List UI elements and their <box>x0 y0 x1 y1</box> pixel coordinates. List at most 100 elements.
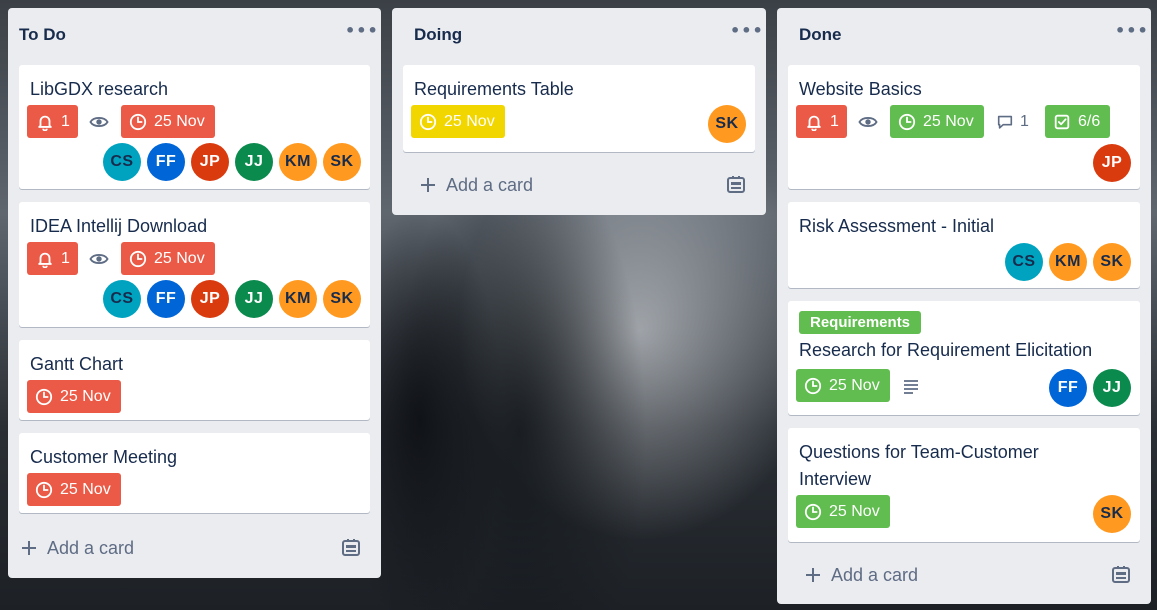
notification-badge: 1 <box>27 242 78 275</box>
due-date-badge[interactable]: 25 Nov <box>411 105 505 138</box>
member-avatar[interactable]: SK <box>323 280 361 318</box>
list-done: Done ••• Website Basics 1 25 Nov 1 6/6 J… <box>777 8 1151 604</box>
member-avatar[interactable]: KM <box>279 143 317 181</box>
card-requirements-table[interactable]: Requirements Table 25 Nov SK <box>403 65 755 152</box>
member-avatar[interactable]: CS <box>1005 243 1043 281</box>
member-avatar[interactable]: CS <box>103 143 141 181</box>
card-template-icon[interactable] <box>725 174 747 196</box>
add-card-label: Add a card <box>831 564 919 585</box>
due-date-badge[interactable]: 25 Nov <box>27 473 121 506</box>
member-avatar[interactable]: SK <box>1093 495 1131 533</box>
due-date-badge[interactable]: 25 Nov <box>890 105 984 138</box>
card-title: Requirements Table <box>414 79 574 99</box>
add-card-button[interactable]: Add a card <box>803 557 918 593</box>
list-header[interactable]: To Do ••• <box>8 8 381 60</box>
list-todo: To Do ••• LibGDX research 1 25 Nov CS FF… <box>8 8 381 578</box>
checklist-badge: 6/6 <box>1045 105 1111 138</box>
comments-indicator: 1 <box>996 105 1029 138</box>
list-header[interactable]: Doing ••• <box>392 8 766 60</box>
card-template-icon[interactable] <box>1110 564 1132 586</box>
card-research-requirement-elicitation[interactable]: Requirements Research for Requirement El… <box>788 301 1140 415</box>
card-title: Gantt Chart <box>30 354 124 374</box>
list-header[interactable]: Done ••• <box>777 8 1151 60</box>
member-avatar[interactable]: JP <box>1093 144 1131 182</box>
member-avatar[interactable]: SK <box>708 105 746 143</box>
add-card-button[interactable]: Add a card <box>418 167 533 203</box>
eye-icon <box>89 250 109 268</box>
member-avatar[interactable]: JJ <box>1093 369 1131 407</box>
notification-count: 1 <box>61 112 70 130</box>
member-avatar[interactable]: FF <box>147 143 185 181</box>
comment-icon <box>996 113 1014 131</box>
card-questions-team-customer-interview[interactable]: Questions for Team-Customer Interview 25… <box>788 428 1140 542</box>
clock-icon <box>129 250 147 268</box>
clock-icon <box>898 113 916 131</box>
eye-icon <box>858 113 878 131</box>
member-avatar[interactable]: KM <box>1049 243 1087 281</box>
due-date: 25 Nov <box>154 249 205 267</box>
due-date-badge[interactable]: 25 Nov <box>121 242 215 275</box>
card-gantt-chart[interactable]: Gantt Chart 25 Nov <box>19 340 370 420</box>
member-avatar[interactable]: CS <box>103 280 141 318</box>
due-date: 25 Nov <box>60 480 111 498</box>
card-template-icon[interactable] <box>340 537 362 559</box>
due-date-badge[interactable]: 25 Nov <box>796 495 890 528</box>
bell-icon <box>36 113 54 131</box>
member-avatar[interactable]: JJ <box>235 143 273 181</box>
clock-icon <box>804 377 822 395</box>
clock-icon <box>419 113 437 131</box>
list-title[interactable]: Doing <box>414 25 462 45</box>
list-title[interactable]: Done <box>799 25 842 45</box>
member-avatar[interactable]: SK <box>1093 243 1131 281</box>
list-title[interactable]: To Do <box>19 25 66 45</box>
card-title: Questions for Team-Customer Interview <box>799 442 1039 489</box>
plus-icon <box>803 565 823 585</box>
member-avatar[interactable]: SK <box>323 143 361 181</box>
member-avatar[interactable]: FF <box>1049 369 1087 407</box>
list-menu-button[interactable]: ••• <box>730 23 763 45</box>
card-label: Requirements <box>799 311 922 334</box>
list-menu-button[interactable]: ••• <box>345 23 378 45</box>
list-doing: Doing ••• Requirements Table 25 Nov SK A… <box>392 8 766 215</box>
card-title: Risk Assessment - Initial <box>799 216 995 236</box>
add-card-label: Add a card <box>446 174 534 195</box>
card-risk-assessment[interactable]: Risk Assessment - Initial CS KM SK <box>788 202 1140 288</box>
member-avatar[interactable]: JP <box>191 280 229 318</box>
card-idea-intellij-download[interactable]: IDEA Intellij Download 1 25 Nov CS FF JP… <box>19 202 370 327</box>
add-card-label: Add a card <box>47 537 135 558</box>
card-title: LibGDX research <box>30 79 169 99</box>
clock-icon <box>804 503 822 521</box>
member-avatar[interactable]: KM <box>279 280 317 318</box>
plus-icon <box>418 175 438 195</box>
due-date: 25 Nov <box>923 112 974 130</box>
bell-icon <box>36 250 54 268</box>
card-website-basics[interactable]: Website Basics 1 25 Nov 1 6/6 JP <box>788 65 1140 189</box>
card-customer-meeting[interactable]: Customer Meeting 25 Nov <box>19 433 370 513</box>
notification-count: 1 <box>830 112 839 130</box>
member-avatar[interactable]: FF <box>147 280 185 318</box>
due-date: 25 Nov <box>444 112 495 130</box>
due-date: 25 Nov <box>154 112 205 130</box>
card-libgdx-research[interactable]: LibGDX research 1 25 Nov CS FF JP JJ KM … <box>19 65 370 189</box>
card-title: IDEA Intellij Download <box>30 216 208 236</box>
notification-badge: 1 <box>27 105 78 138</box>
watching-indicator <box>858 105 878 138</box>
member-avatar[interactable]: JP <box>191 143 229 181</box>
member-avatar[interactable]: JJ <box>235 280 273 318</box>
checklist-icon <box>1053 113 1071 131</box>
due-date-badge[interactable]: 25 Nov <box>121 105 215 138</box>
description-icon <box>901 376 921 396</box>
watching-indicator <box>89 242 109 275</box>
due-date-badge[interactable]: 25 Nov <box>796 369 890 402</box>
due-date-badge[interactable]: 25 Nov <box>27 380 121 413</box>
watching-indicator <box>89 105 109 138</box>
notification-count: 1 <box>61 249 70 267</box>
bell-icon <box>805 113 823 131</box>
list-menu-button[interactable]: ••• <box>1115 23 1148 45</box>
comment-count: 1 <box>1020 112 1029 130</box>
add-card-button[interactable]: Add a card <box>19 530 134 566</box>
card-title: Customer Meeting <box>30 447 178 467</box>
eye-icon <box>89 113 109 131</box>
notification-badge: 1 <box>796 105 847 138</box>
checklist-progress: 6/6 <box>1078 112 1101 130</box>
